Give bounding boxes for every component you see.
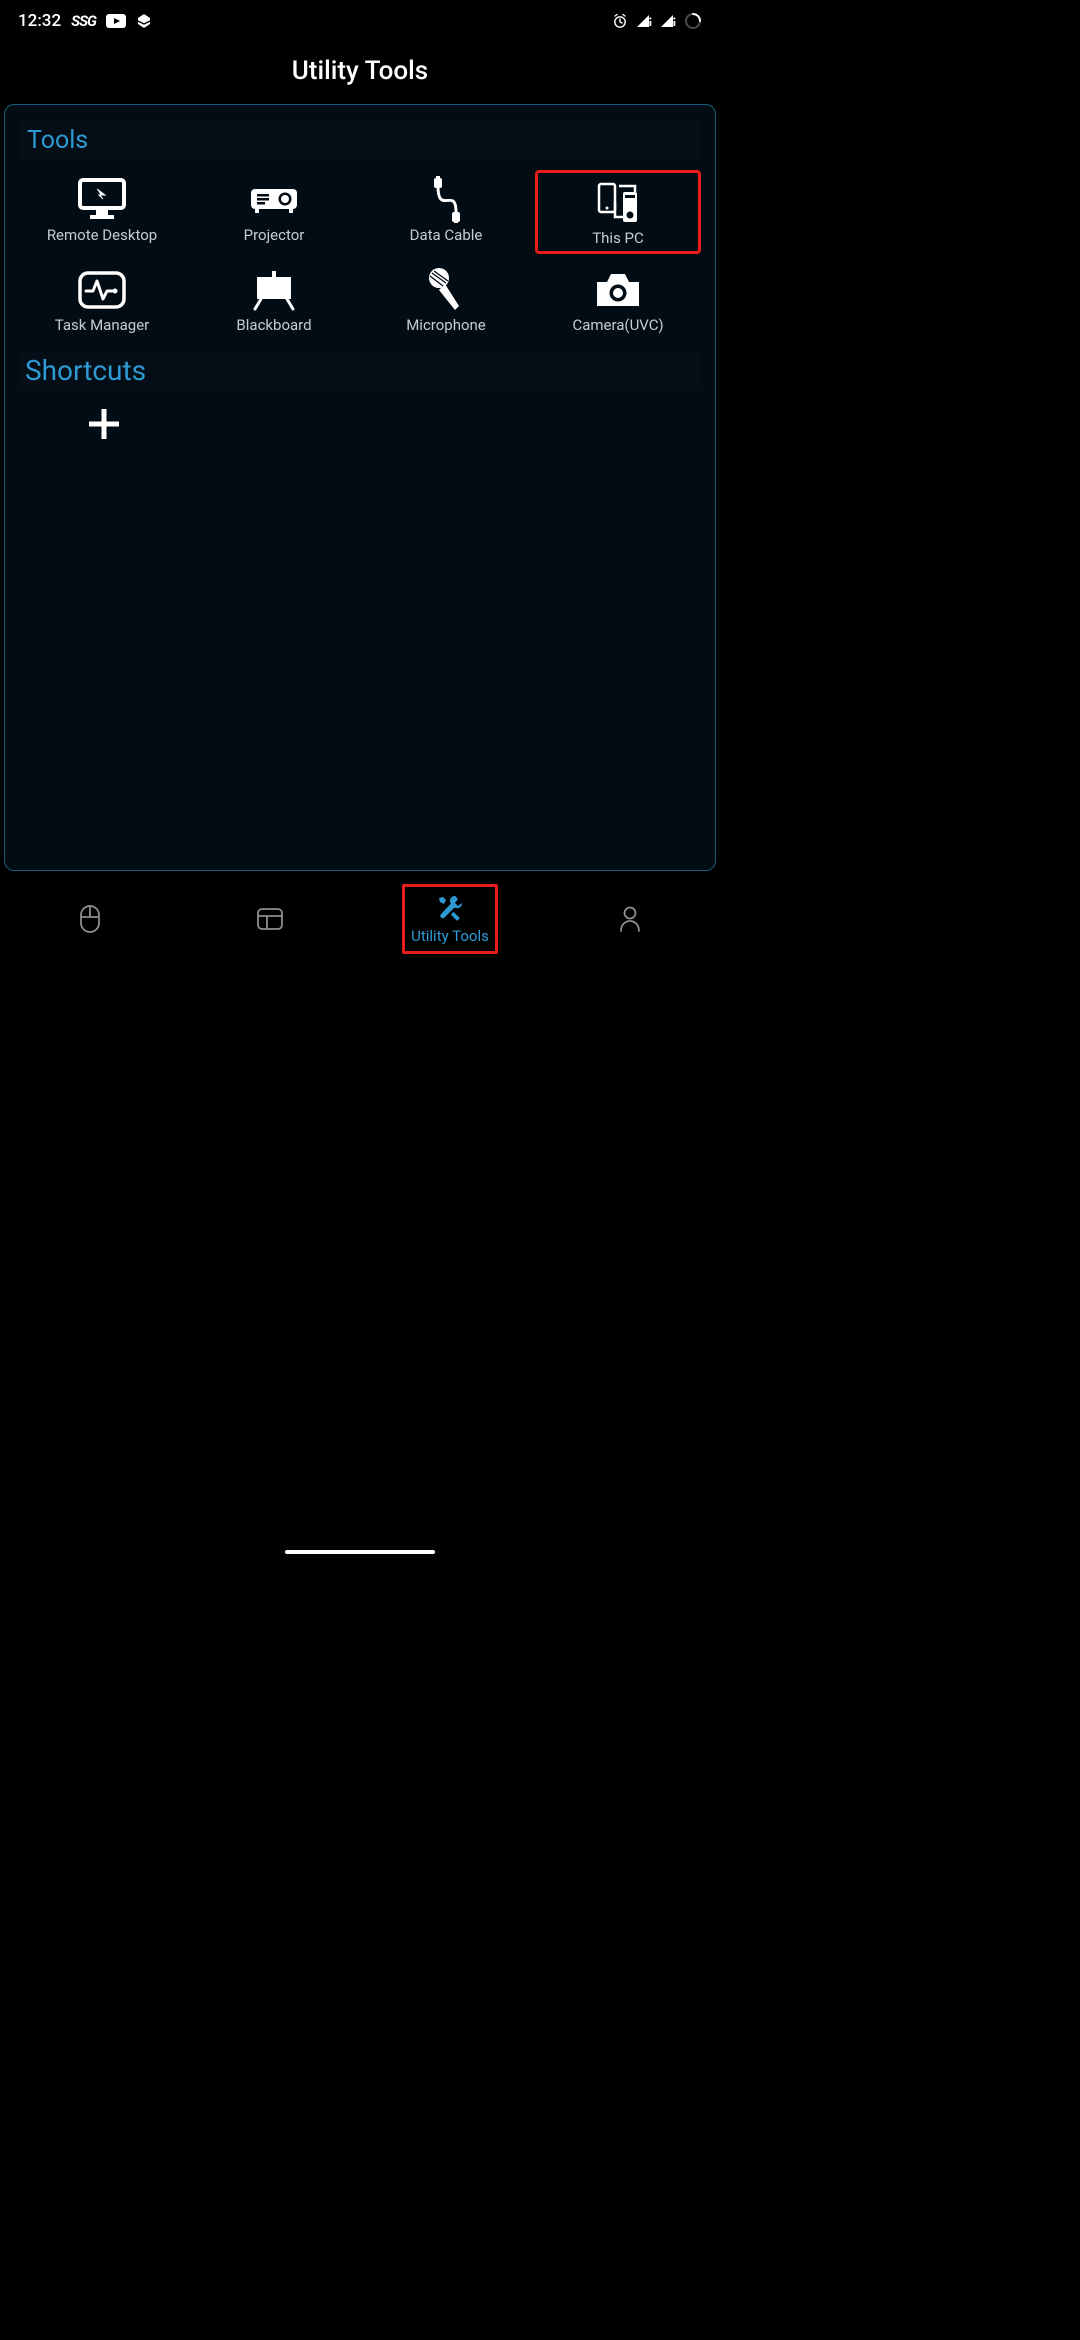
- status-time: 12:32: [18, 11, 61, 31]
- tool-camera[interactable]: Camera(UVC): [535, 260, 701, 338]
- tools-icon: [435, 891, 465, 923]
- tool-microphone[interactable]: Microphone: [363, 260, 529, 338]
- nav-layout[interactable]: [222, 903, 318, 935]
- tool-this-pc[interactable]: This PC: [535, 170, 701, 254]
- layout-icon: [256, 903, 284, 935]
- projector-icon: [249, 174, 299, 226]
- mouse-icon: [79, 903, 101, 935]
- nav-profile[interactable]: [582, 903, 678, 935]
- tools-section-title: Tools: [19, 119, 701, 162]
- task-manager-icon: [76, 264, 128, 316]
- signal-1-icon: [636, 14, 652, 28]
- nav-utility-tools[interactable]: Utility Tools: [402, 884, 498, 954]
- tools-grid: Remote Desktop Projector: [19, 168, 701, 340]
- home-indicator[interactable]: [285, 1550, 435, 1554]
- alarm-icon: [612, 13, 628, 29]
- shortcuts-section-title: Shortcuts: [19, 350, 701, 391]
- loading-circle-icon: [684, 12, 702, 30]
- youtube-icon: [106, 14, 126, 28]
- app-icon: [136, 14, 152, 28]
- tool-label: Remote Desktop: [47, 226, 157, 244]
- camera-icon: [593, 264, 643, 316]
- tool-blackboard[interactable]: Blackboard: [191, 260, 357, 338]
- tool-data-cable[interactable]: Data Cable: [363, 170, 529, 254]
- tool-label: Task Manager: [55, 316, 150, 334]
- tool-task-manager[interactable]: Task Manager: [19, 260, 185, 338]
- add-shortcut-button[interactable]: [19, 403, 190, 441]
- tool-label: Data Cable: [410, 226, 483, 244]
- tool-projector[interactable]: Projector: [191, 170, 357, 254]
- monitor-icon: [76, 174, 128, 226]
- tool-label: Camera(UVC): [572, 316, 663, 334]
- tool-label: Projector: [244, 226, 305, 244]
- status-right: [612, 12, 702, 30]
- nav-label: Utility Tools: [411, 927, 489, 945]
- page-title: Utility Tools: [0, 42, 720, 104]
- cable-icon: [426, 174, 466, 226]
- status-bar: 12:32 SSG: [0, 0, 720, 42]
- blackboard-icon: [251, 264, 297, 316]
- status-left: 12:32 SSG: [18, 11, 152, 31]
- tool-label: This PC: [592, 229, 644, 247]
- ssg-indicator: SSG: [71, 12, 96, 30]
- microphone-icon: [425, 264, 467, 316]
- tool-label: Blackboard: [236, 316, 311, 334]
- signal-2-icon: [660, 14, 676, 28]
- plus-icon: [87, 407, 121, 441]
- tool-label: Microphone: [406, 316, 486, 334]
- profile-icon: [618, 903, 642, 935]
- nav-mouse[interactable]: [42, 903, 138, 935]
- tool-remote-desktop[interactable]: Remote Desktop: [19, 170, 185, 254]
- phone-pc-icon: [593, 177, 643, 229]
- shortcuts-row: [19, 397, 701, 441]
- bottom-nav: Utility Tools: [0, 864, 720, 974]
- main-panel: Tools Remote Desktop: [4, 104, 716, 871]
